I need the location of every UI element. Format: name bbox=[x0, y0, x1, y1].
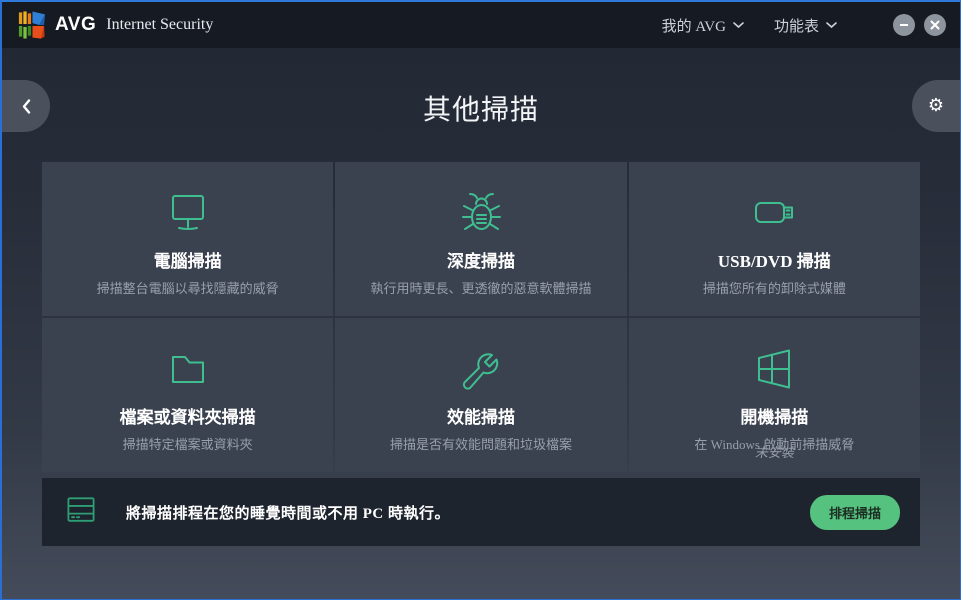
chevron-left-icon bbox=[22, 99, 31, 114]
usb-icon bbox=[629, 189, 920, 237]
avg-window: AVG Internet Security 我的 AVG 功能表 bbox=[0, 0, 961, 600]
chevron-down-icon bbox=[733, 22, 744, 29]
tile-file-folder-scan[interactable]: 檔案或資料夾掃描 掃描特定檔案或資料夾 bbox=[42, 318, 333, 472]
scan-tiles-grid: 電腦掃描 掃描整台電腦以尋找隱藏的威脅 bbox=[42, 162, 920, 472]
tile-subtitle: 掃描您所有的卸除式媒體 bbox=[629, 278, 920, 297]
folder-icon bbox=[42, 345, 333, 393]
tile-subtitle: 執行用時更長、更透徹的惡意軟體掃描 bbox=[335, 278, 626, 297]
tile-boot-scan[interactable]: 開機掃描 在 Windows 啟動前掃描威脅 未安裝 bbox=[629, 318, 920, 472]
schedule-scan-button[interactable]: 排程掃描 bbox=[810, 495, 900, 530]
tile-title: 深度掃描 bbox=[335, 247, 626, 272]
bug-icon bbox=[335, 189, 626, 237]
brand-product: Internet Security bbox=[106, 16, 213, 34]
status-not-installed: 未安裝 bbox=[629, 442, 920, 461]
brand-name: AVG bbox=[55, 14, 96, 36]
menu-options-label: 功能表 bbox=[774, 15, 819, 36]
gear-icon: ⚙ bbox=[928, 97, 944, 115]
tile-deep-scan[interactable]: 深度掃描 執行用時更長、更透徹的惡意軟體掃描 bbox=[335, 162, 626, 316]
schedule-bar: 將掃描排程在您的睡覺時間或不用 PC 時執行。 排程掃描 bbox=[42, 478, 920, 546]
tile-computer-scan[interactable]: 電腦掃描 掃描整台電腦以尋找隱藏的威脅 bbox=[42, 162, 333, 316]
tile-subtitle: 掃描是否有效能問題和垃圾檔案 bbox=[335, 434, 626, 453]
close-button[interactable] bbox=[924, 14, 946, 36]
titlebar: AVG Internet Security 我的 AVG 功能表 bbox=[2, 2, 960, 48]
app-title: AVG Internet Security bbox=[55, 14, 213, 36]
tile-title: 效能掃描 bbox=[335, 403, 626, 428]
tile-title: 電腦掃描 bbox=[42, 247, 333, 272]
settings-button[interactable]: ⚙ bbox=[912, 80, 960, 132]
header: 其他掃描 ⚙ bbox=[2, 48, 960, 162]
schedule-icon bbox=[62, 492, 100, 533]
tile-performance-scan[interactable]: 效能掃描 掃描是否有效能問題和垃圾檔案 bbox=[335, 318, 626, 472]
tile-subtitle: 掃描整台電腦以尋找隱藏的威脅 bbox=[42, 278, 333, 297]
avg-logo-icon bbox=[16, 9, 47, 41]
tile-usb-dvd-scan[interactable]: USB/DVD 掃描 掃描您所有的卸除式媒體 bbox=[629, 162, 920, 316]
page-title: 其他掃描 bbox=[2, 48, 960, 128]
monitor-icon bbox=[42, 189, 333, 237]
tile-title: 開機掃描 bbox=[629, 403, 920, 428]
windows-icon bbox=[629, 345, 920, 393]
menu-my-avg-label: 我的 AVG bbox=[662, 15, 726, 36]
menu-options[interactable]: 功能表 bbox=[774, 15, 837, 36]
wrench-icon bbox=[335, 345, 626, 393]
tile-subtitle: 掃描特定檔案或資料夾 bbox=[42, 434, 333, 453]
schedule-text: 將掃描排程在您的睡覺時間或不用 PC 時執行。 bbox=[126, 502, 450, 523]
tile-title: 檔案或資料夾掃描 bbox=[42, 403, 333, 428]
tile-title: USB/DVD 掃描 bbox=[629, 247, 920, 272]
chevron-down-icon bbox=[826, 22, 837, 29]
minimize-button[interactable] bbox=[893, 14, 915, 36]
menu-my-avg[interactable]: 我的 AVG bbox=[662, 15, 744, 36]
